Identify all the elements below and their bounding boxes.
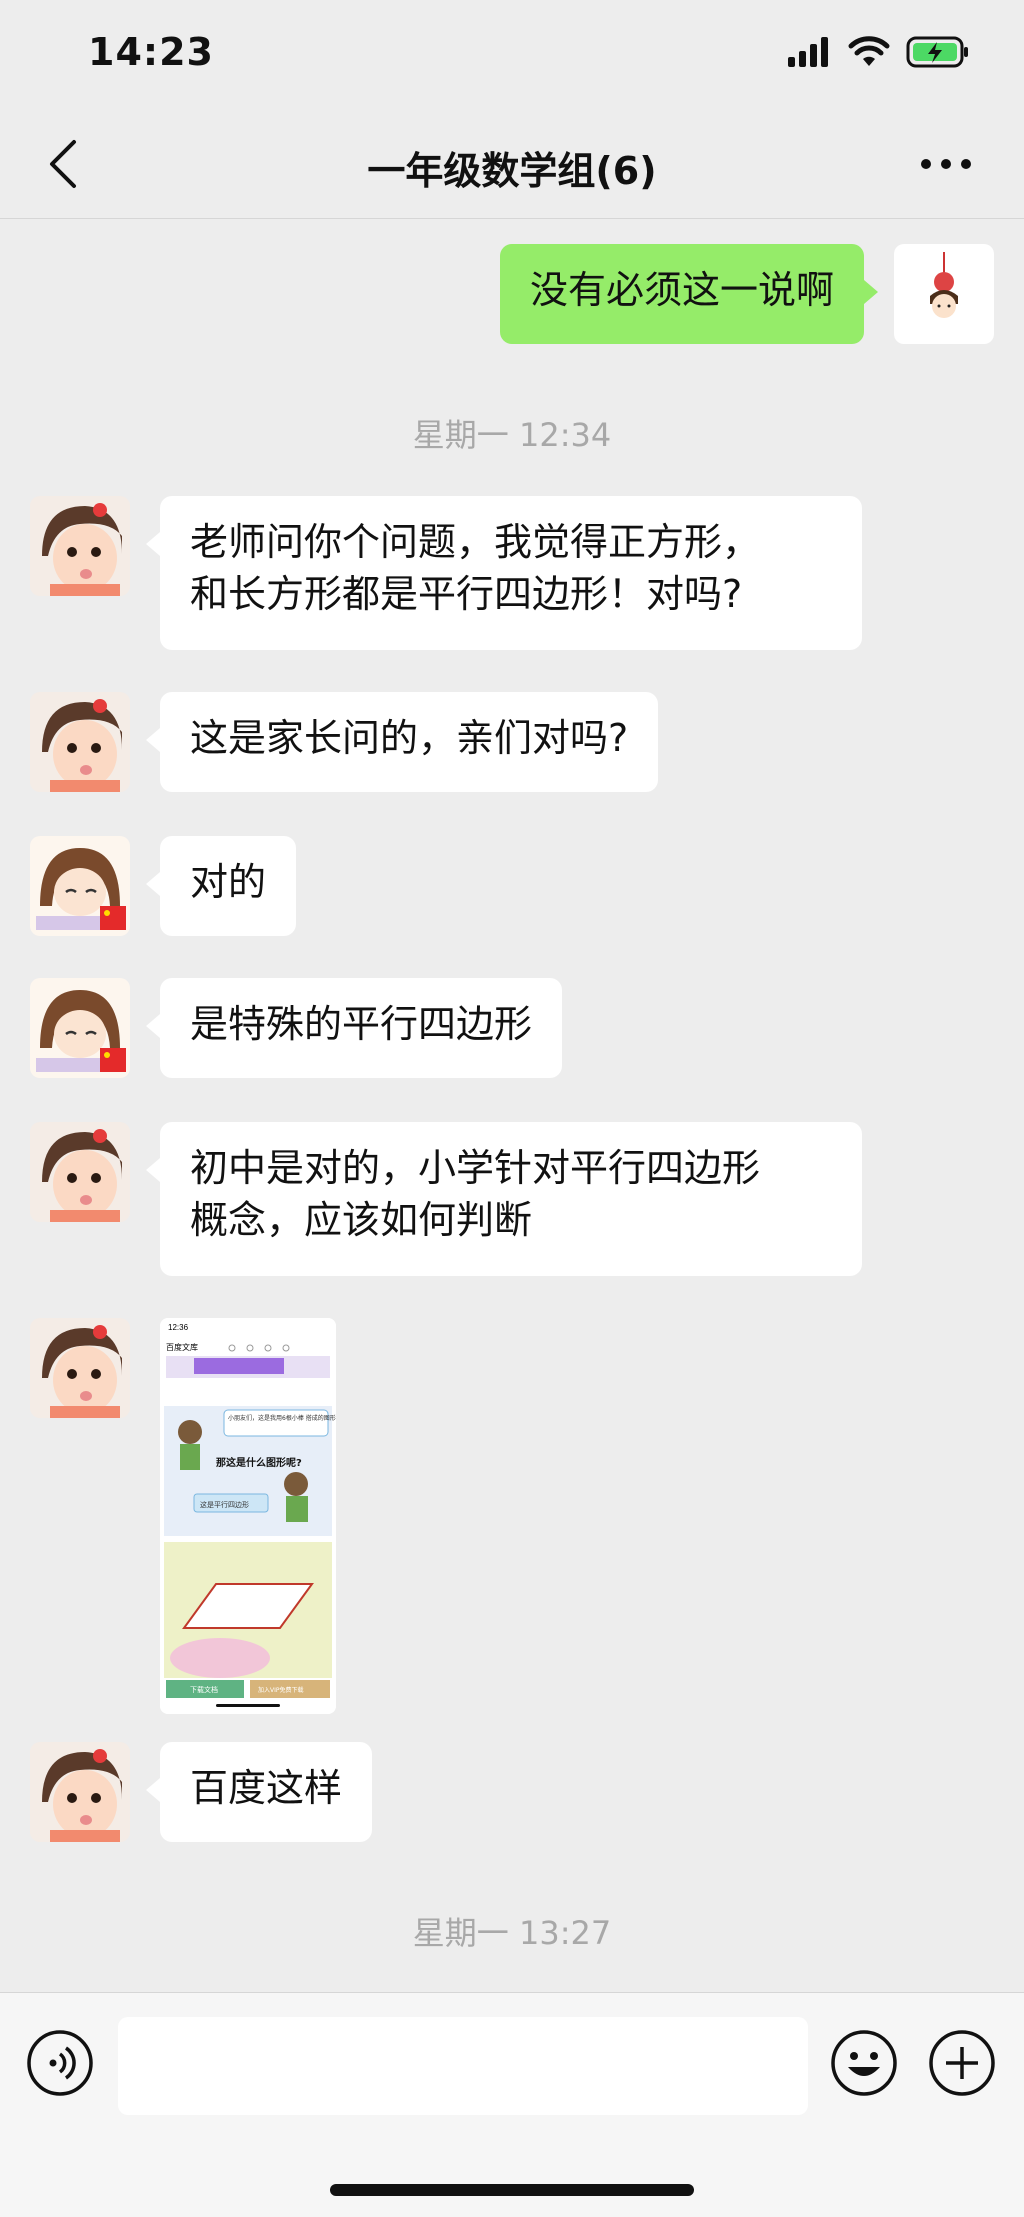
shot-bubble1: 小朋友们，这是我用6根小棒 搭成的图形，这是长方形吗? — [228, 1414, 336, 1422]
message-bubble[interactable]: 这是家长问的，亲们对吗? — [145, 692, 659, 792]
message-bubble[interactable]: 初中是对的，小学针对平行四边形 概念，应该如何判断 — [146, 1122, 862, 1276]
avatar-self[interactable] — [894, 244, 994, 344]
emoji-icon[interactable] — [830, 2029, 898, 2097]
avatar-anime-girl[interactable] — [30, 836, 130, 936]
battery-icon — [906, 36, 968, 68]
avatar-baby[interactable] — [30, 496, 130, 596]
shot-question: 那这是什么图形呢? — [216, 1456, 302, 1469]
status-icons — [788, 36, 970, 68]
wifi-icon — [848, 36, 890, 66]
message-input[interactable] — [118, 2017, 808, 2115]
home-indicator — [330, 2184, 694, 2196]
signal-icon — [788, 37, 828, 67]
timestamp: 星期一 12:34 — [412, 416, 612, 454]
avatar-baby[interactable] — [30, 1122, 130, 1222]
image-message[interactable]: 12:36 百度文库 小朋友们，这是我用6根小棒 搭成的图形，这是长方形吗? 那… — [160, 1318, 336, 1714]
shot-app-name: 百度文库 — [166, 1342, 198, 1352]
avatar-baby[interactable] — [30, 1318, 130, 1418]
message-bubble[interactable]: 百度这样 — [145, 1742, 373, 1842]
message-bubble[interactable]: 对的 — [145, 836, 297, 936]
more-dots-icon[interactable] — [920, 152, 972, 176]
message-bubble[interactable]: 老师问你个问题，我觉得正方形， 和长方形都是平行四边形！对吗? — [146, 496, 862, 650]
voice-icon[interactable] — [26, 2029, 94, 2097]
timestamp: 星期一 13:27 — [412, 1914, 612, 1952]
message-bubble-sent[interactable]: 没有必须这一说啊 — [499, 244, 879, 344]
avatar-anime-girl[interactable] — [30, 978, 130, 1078]
status-time: 14:23 — [88, 30, 214, 74]
shot-btn1: 下载文档 — [190, 1685, 218, 1694]
shot-answer: 这是平行四边形 — [200, 1500, 249, 1509]
chat-title: 一年级数学组(6) — [367, 149, 657, 193]
shot-time: 12:36 — [168, 1323, 189, 1332]
status-bar: 14:23 — [0, 0, 1024, 110]
avatar-baby[interactable] — [30, 1742, 130, 1842]
avatar-baby[interactable] — [30, 692, 130, 792]
message-bubble[interactable]: 是特殊的平行四边形 — [145, 978, 563, 1078]
screenshot-thumbnail: 12:36 百度文库 小朋友们，这是我用6根小棒 搭成的图形，这是长方形吗? 那… — [160, 1318, 336, 1714]
plus-icon[interactable] — [928, 2029, 996, 2097]
shot-btn2: 加入VIP免费下载 — [258, 1686, 304, 1694]
chat-header: 一年级数学组(6) — [0, 110, 1024, 219]
